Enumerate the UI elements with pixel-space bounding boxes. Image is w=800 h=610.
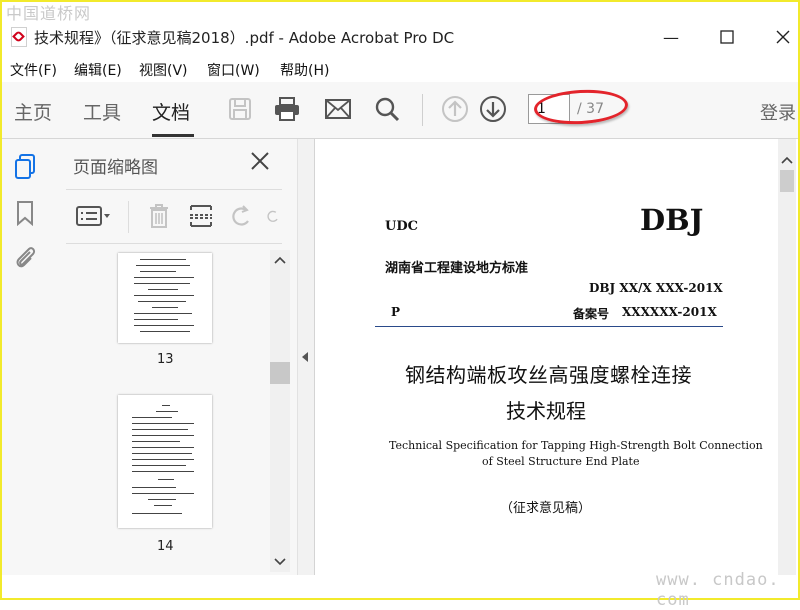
page-thumbnails-button[interactable] <box>12 153 38 181</box>
window-title: 技术规程》（征求意见稿2018）.pdf - Adobe Acrobat Pro… <box>34 29 455 47</box>
doc-record-label: 备案号 <box>573 307 610 321</box>
thumbnails-panel: 页面缩略图 13 14 <box>48 139 297 575</box>
triangle-left-icon <box>302 352 308 362</box>
bookmark-icon <box>17 201 33 226</box>
bookmarks-button[interactable] <box>12 199 38 227</box>
thumbnail-page-number: 14 <box>157 539 174 554</box>
doc-record-value: XXXXXX-201X <box>622 305 717 319</box>
panel-divider <box>66 189 282 190</box>
title-bar: 技术规程》（征求意见稿2018）.pdf - Adobe Acrobat Pro… <box>2 22 798 54</box>
panel-close-button[interactable] <box>250 151 270 177</box>
left-rail <box>2 139 48 575</box>
tab-document[interactable]: 文档 <box>152 98 190 125</box>
chevron-up-icon <box>781 156 793 164</box>
doc-title-en-line1: Technical Specification for Tapping High… <box>389 439 763 452</box>
doc-draft-label: （征求意见稿） <box>500 501 592 516</box>
doc-title-cn-line2: 技术规程 <box>506 399 586 423</box>
next-page-button[interactable] <box>478 94 508 124</box>
doc-title-en-line2: of Steel Structure End Plate <box>482 455 640 468</box>
thumbnail-page-number: 13 <box>157 352 174 367</box>
page-extract-icon <box>190 205 212 227</box>
doc-p: P <box>391 305 401 319</box>
doc-standard-name: 湖南省工程建设地方标准 <box>385 261 529 276</box>
tab-home[interactable]: 主页 <box>14 98 52 125</box>
menu-edit[interactable]: 编辑(E) <box>74 60 122 80</box>
options-menu-icon <box>76 206 110 226</box>
close-icon <box>776 30 790 44</box>
search-icon <box>375 97 400 122</box>
login-link[interactable]: 登录 <box>760 99 796 125</box>
delete-page-button[interactable] <box>144 201 174 231</box>
print-button[interactable] <box>272 94 302 124</box>
doc-rule <box>375 326 723 327</box>
tab-tools[interactable]: 工具 <box>83 98 121 125</box>
menu-file[interactable]: 文件(F) <box>10 60 57 80</box>
thumbnail-options-button[interactable] <box>74 201 114 231</box>
scroll-up-arrow[interactable] <box>274 254 286 268</box>
active-tab-indicator <box>152 134 194 137</box>
menu-bar: 文件(F) 编辑(E) 视图(V) 窗口(W) 帮助(H) <box>2 56 798 82</box>
menu-window[interactable]: 窗口(W) <box>207 60 260 80</box>
rotate-clockwise-button[interactable] <box>266 201 282 231</box>
doc-code: DBJ XX/X XXX-201X <box>589 281 723 295</box>
save-icon <box>229 98 251 120</box>
menu-view[interactable]: 视图(V) <box>139 60 188 80</box>
toolbar-separator <box>422 94 423 126</box>
doc-dbj: DBJ <box>640 203 704 237</box>
doc-title-cn-line1: 钢结构端板攻丝高强度螺栓连接 <box>405 363 692 387</box>
arrow-down-circle-icon <box>480 96 506 122</box>
doc-udc: UDC <box>385 219 418 234</box>
trash-icon <box>150 204 168 228</box>
minimize-button[interactable]: — <box>648 22 694 52</box>
panel-divider-2 <box>66 243 282 244</box>
close-window-button[interactable] <box>760 22 800 52</box>
panel-tool-separator <box>128 201 129 233</box>
doc-scroll-up-arrow[interactable] <box>781 150 793 169</box>
scroll-down-arrow[interactable] <box>274 556 286 570</box>
document-scrollbar[interactable] <box>778 139 796 575</box>
email-button[interactable] <box>323 94 353 124</box>
maximize-icon <box>720 30 734 44</box>
search-button[interactable] <box>372 94 402 124</box>
thumbnail-scrollbar[interactable] <box>270 250 290 572</box>
minimize-icon: — <box>663 27 679 47</box>
document-scroll-thumb[interactable] <box>780 170 794 192</box>
pdf-file-icon <box>11 27 27 47</box>
rotate-icon <box>232 205 249 226</box>
chevron-up-icon <box>274 256 286 264</box>
watermark-bottom: www. cndao. com <box>656 570 780 610</box>
rotate-clockwise-icon <box>267 210 278 222</box>
collapse-panel-button[interactable] <box>300 350 310 367</box>
attachments-button[interactable] <box>12 243 38 271</box>
arrow-up-circle-icon <box>442 96 468 122</box>
menu-help[interactable]: 帮助(H) <box>280 60 329 80</box>
watermark-top: 中国道桥网 <box>6 4 92 23</box>
rotate-page-button[interactable] <box>226 201 256 231</box>
close-icon <box>251 152 269 170</box>
print-icon <box>275 97 299 121</box>
save-button[interactable] <box>225 94 255 124</box>
thumbnail-scroll-thumb[interactable] <box>270 362 290 384</box>
paperclip-icon <box>16 247 36 268</box>
maximize-button[interactable] <box>704 22 750 52</box>
page-thumbnail[interactable] <box>118 395 212 528</box>
page-thumbnail[interactable] <box>118 253 212 343</box>
pages-icon <box>15 154 35 179</box>
document-view[interactable]: UDC DBJ 湖南省工程建设地方标准 DBJ XX/X XXX-201X P … <box>315 139 777 575</box>
envelope-icon <box>325 99 351 119</box>
main-toolbar: 主页 工具 文档 1 / 37 登录 <box>2 82 798 139</box>
previous-page-button[interactable] <box>440 94 470 124</box>
panel-title: 页面缩略图 <box>73 158 158 178</box>
chevron-down-icon <box>274 558 286 566</box>
extract-page-button[interactable] <box>186 201 216 231</box>
